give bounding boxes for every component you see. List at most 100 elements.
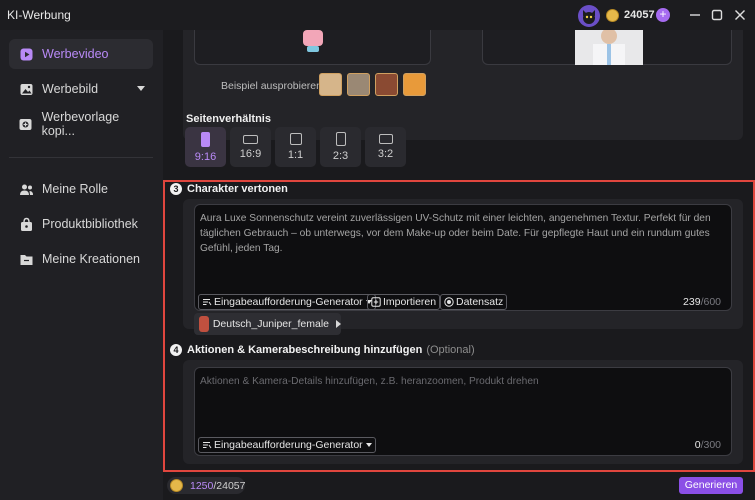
prompt-list-icon bbox=[202, 297, 212, 307]
app-title: KI-Werbung bbox=[7, 8, 71, 22]
prompt-generator-label: Eingabeaufforderung-Generator bbox=[214, 296, 363, 308]
ratio-9-16-button[interactable]: 9:16 bbox=[185, 127, 226, 167]
optional-label: (Optional) bbox=[426, 344, 475, 356]
ratio-2-3-button[interactable]: 2:3 bbox=[320, 127, 361, 167]
char-max: /600 bbox=[700, 296, 721, 308]
image-icon bbox=[18, 81, 34, 97]
sidebar-item-werbevideo[interactable]: Werbevideo bbox=[9, 39, 153, 69]
import-button[interactable]: Importieren bbox=[367, 294, 441, 310]
chevron-down-icon bbox=[137, 86, 145, 91]
script-text: Aura Luxe Sonnenschutz vereint zuverläss… bbox=[200, 213, 711, 254]
prompt-list-icon bbox=[202, 440, 212, 450]
chevron-right-icon bbox=[336, 320, 341, 328]
actions-panel: Aktionen & Kamera-Details hinzufügen, z.… bbox=[183, 360, 743, 464]
prompt-generator-dropdown[interactable]: Eingabeaufforderung-Generator bbox=[198, 437, 376, 453]
minimize-icon bbox=[690, 14, 700, 16]
user-avatar[interactable] bbox=[578, 5, 600, 27]
voice-name: Deutsch_Juniper_female bbox=[212, 318, 329, 330]
ratio-label: 16:9 bbox=[239, 147, 262, 160]
maximize-icon bbox=[711, 9, 723, 21]
sidebar-item-meine-kreationen[interactable]: Meine Kreationen bbox=[9, 244, 153, 274]
example-thumb-4[interactable] bbox=[403, 73, 426, 96]
title-bar: KI-Werbung 24057 + bbox=[0, 0, 755, 30]
credits-total: /24057 bbox=[213, 480, 246, 492]
credits-used: 1250 bbox=[190, 480, 214, 492]
ratio-label: 2:3 bbox=[332, 150, 349, 162]
actions-placeholder: Aktionen & Kamera-Details hinzufügen, z.… bbox=[200, 376, 539, 387]
section-title: Charakter vertonen bbox=[187, 183, 288, 195]
dataset-button[interactable]: Datensatz bbox=[440, 294, 508, 310]
minimize-button[interactable] bbox=[686, 6, 704, 24]
model-preview[interactable] bbox=[482, 28, 732, 65]
sidebar: Werbevideo Werbebild Werbevorlage kopi..… bbox=[0, 30, 163, 500]
character-counter: 239/600 bbox=[683, 296, 721, 308]
credit-usage: 1250/24057 bbox=[190, 480, 245, 492]
folder-icon bbox=[18, 251, 34, 267]
chevron-down-icon bbox=[365, 443, 372, 447]
ratio-label: 1:1 bbox=[287, 149, 304, 161]
credit-balance: 24057 bbox=[624, 9, 655, 21]
generate-button[interactable]: Generieren bbox=[679, 477, 743, 494]
sidebar-item-label: Produktbibliothek bbox=[42, 217, 138, 231]
import-icon bbox=[371, 297, 381, 307]
template-copy-icon bbox=[18, 116, 34, 132]
ratio-1-1-button[interactable]: 1:1 bbox=[275, 127, 316, 167]
product-bag-icon bbox=[18, 216, 34, 232]
ratio-3-2-button[interactable]: 3:2 bbox=[365, 127, 406, 167]
main-content: Beispiel ausprobieren: Seitenverhältnis … bbox=[163, 28, 755, 500]
step-number: 3 bbox=[170, 183, 182, 195]
close-button[interactable] bbox=[731, 6, 749, 24]
example-thumb-1[interactable] bbox=[319, 73, 342, 96]
ratio-label: 3:2 bbox=[377, 148, 394, 160]
model-photo-image bbox=[575, 28, 643, 65]
maximize-button[interactable] bbox=[708, 6, 726, 24]
example-thumb-3[interactable] bbox=[375, 73, 398, 96]
prompt-generator-label: Eingabeaufforderung-Generator bbox=[214, 439, 363, 451]
portrait-ratio-icon bbox=[335, 132, 346, 146]
video-icon bbox=[18, 46, 34, 62]
ratio-16-9-button[interactable]: 16:9 bbox=[230, 127, 271, 167]
coin-icon bbox=[606, 9, 619, 22]
actions-section-header: 4 Aktionen & Kamerabeschreibung hinzufüg… bbox=[170, 344, 475, 356]
voice-selector[interactable]: Deutsch_Juniper_female bbox=[194, 313, 341, 335]
prompt-generator-dropdown[interactable]: Eingabeaufforderung-Generator bbox=[198, 294, 376, 310]
sidebar-divider bbox=[9, 157, 153, 158]
landscape-ratio-icon bbox=[243, 134, 258, 144]
char-count: 239 bbox=[683, 296, 701, 308]
product-preview[interactable] bbox=[194, 30, 431, 65]
sidebar-item-meine-rolle[interactable]: Meine Rolle bbox=[9, 174, 153, 204]
sidebar-item-produktbibliothek[interactable]: Produktbibliothek bbox=[9, 209, 153, 239]
sidebar-item-label: Werbevorlage kopi... bbox=[41, 110, 120, 138]
add-credits-button[interactable]: + bbox=[656, 8, 670, 22]
sidebar-item-label: Meine Rolle bbox=[42, 182, 109, 196]
char-max: /300 bbox=[700, 439, 721, 451]
highlight-frame: 3 Charakter vertonen Aura Luxe Sonnensch… bbox=[163, 180, 755, 472]
cat-avatar-icon bbox=[583, 10, 595, 24]
actions-textarea[interactable]: Aktionen & Kamera-Details hinzufügen, z.… bbox=[194, 367, 732, 456]
voice-avatar bbox=[199, 316, 209, 332]
dataset-icon bbox=[444, 297, 454, 307]
portrait-ratio-icon bbox=[201, 131, 210, 147]
example-label: Beispiel ausprobieren: bbox=[221, 80, 325, 92]
sidebar-item-label: Werbebild bbox=[42, 82, 99, 96]
close-icon bbox=[735, 10, 745, 20]
character-panel: Aura Luxe Sonnenschutz vereint zuverläss… bbox=[183, 199, 743, 335]
product-bottle-image bbox=[303, 30, 323, 52]
dataset-label: Datensatz bbox=[456, 296, 504, 308]
users-icon bbox=[18, 181, 34, 197]
sidebar-item-werbevorlage[interactable]: Werbevorlage kopi... bbox=[9, 109, 153, 139]
import-label: Importieren bbox=[383, 296, 437, 308]
section-title: Aktionen & Kamerabeschreibung hinzufügen bbox=[187, 344, 423, 356]
ratio-label: 9:16 bbox=[194, 150, 217, 163]
script-textarea[interactable]: Aura Luxe Sonnenschutz vereint zuverläss… bbox=[194, 204, 732, 311]
coin-icon bbox=[170, 479, 183, 492]
sidebar-item-label: Werbevideo bbox=[42, 47, 109, 61]
character-section-header: 3 Charakter vertonen bbox=[170, 183, 288, 195]
step-number: 4 bbox=[170, 344, 182, 356]
sidebar-item-label: Meine Kreationen bbox=[42, 252, 140, 266]
landscape-ratio-icon bbox=[378, 134, 393, 144]
square-ratio-icon bbox=[289, 133, 302, 145]
sidebar-item-werbebild[interactable]: Werbebild bbox=[9, 74, 153, 104]
example-thumb-2[interactable] bbox=[347, 73, 370, 96]
actions-counter: 0/300 bbox=[695, 439, 721, 451]
